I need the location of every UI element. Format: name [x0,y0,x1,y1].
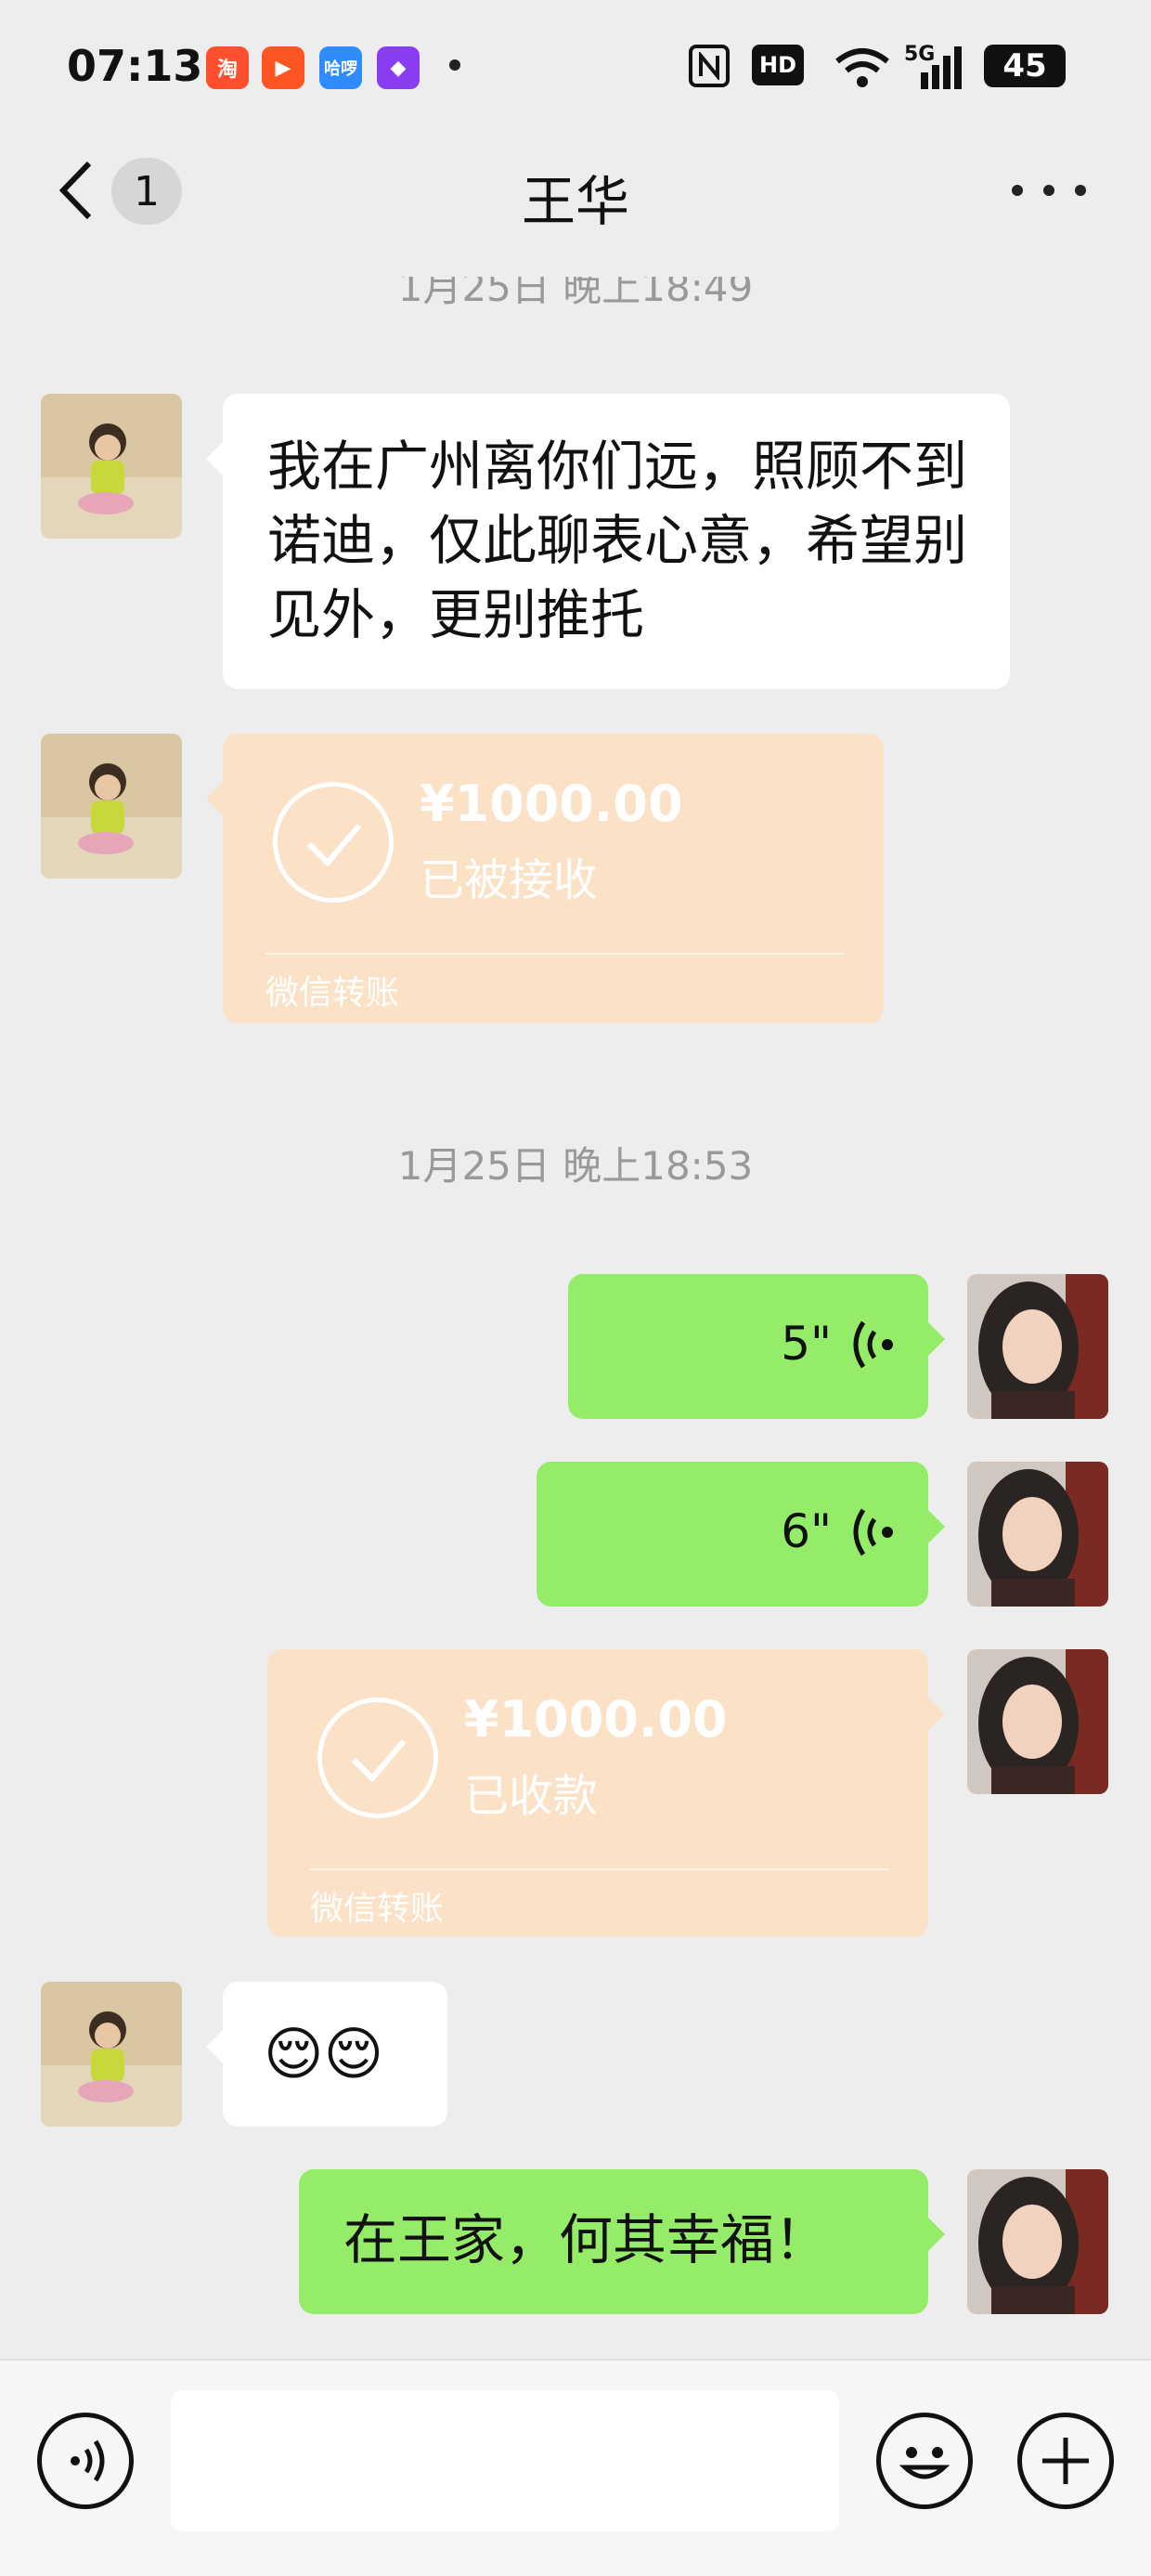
voice-duration: 6" [781,1504,832,1558]
my-avatar[interactable] [967,2169,1108,2314]
more-dot [1012,185,1023,196]
voice-message[interactable]: 6" [537,1462,945,1607]
more-functions-button[interactable] [1017,2413,1114,2509]
taobao-icon: 淘 [206,46,249,89]
voice-icon [71,2439,105,2482]
game-app-icon: ◆ [377,46,420,89]
emoji-message[interactable]: 😌😌 [206,1982,447,2127]
transfer-label: 微信转账 [265,974,400,1012]
divider [310,1868,889,1870]
check-circle-icon [273,782,394,903]
divider [265,953,845,955]
message-text: 我在广州离你们远，照顾不到诺迪，仅此聊表心意，希望别见外，更别推托 [267,435,968,646]
cell-signal-icon: 5G [902,43,965,91]
plus-icon [1042,2438,1089,2484]
message-text: 在王家，何其幸福！ [343,2208,829,2271]
voice-wave-icon [853,1321,893,1369]
haluo-icon: 哈啰 [319,46,362,89]
emoji-text: 😌😌 [264,2020,384,2088]
transfer-card[interactable]: ¥1000.00 已被接收 微信转账 [206,734,884,1023]
more-dot [1043,185,1054,196]
emoji-button[interactable] [876,2413,973,2509]
smiley-icon [899,2447,951,2479]
voice-wave-icon [853,1508,893,1556]
battery-icon: 45 [984,45,1066,87]
video-app-icon: ▶ [262,46,304,89]
message-bubble[interactable]: 在王家，何其幸福！ [299,2169,945,2314]
voice-input-button[interactable] [37,2413,134,2509]
transfer-status: 已被接收 [420,854,599,906]
contact-avatar[interactable] [41,1982,182,2127]
message-bubble[interactable]: 我在广州离你们远，照顾不到诺迪，仅此聊表心意，希望别见外，更别推托 [206,394,1010,689]
transfer-status: 已收款 [464,1770,599,1822]
contact-avatar[interactable] [41,394,182,539]
notification-dot [449,59,460,71]
timestamp: 1月25日 晚上18:53 [397,1143,754,1189]
transfer-card[interactable]: ¥1000.00 已收款 微信转账 [267,1649,945,1937]
hd-icon: HD [752,45,804,85]
nfc-icon [689,45,730,87]
transfer-label: 微信转账 [310,1890,445,1928]
more-options-button[interactable] [1012,181,1086,200]
status-time: 07:13 [67,41,203,91]
voice-duration: 5" [781,1317,832,1371]
status-bar: 07:13 淘 ▶ 哈啰 ◆ HD 5G 45 [0,0,1151,139]
more-dot [1075,185,1086,196]
voice-message[interactable]: 5" [568,1274,945,1419]
signal-label: 5G [904,43,936,66]
chat-title: 王华 [521,170,629,233]
my-avatar[interactable] [967,1274,1108,1419]
check-circle-icon [317,1698,438,1818]
my-avatar[interactable] [967,1649,1108,1794]
transfer-amount: ¥1000.00 [464,1690,728,1749]
transfer-amount: ¥1000.00 [420,774,683,833]
contact-avatar[interactable] [41,734,182,878]
wifi-icon [832,45,893,91]
message-input[interactable] [171,2390,839,2531]
my-avatar[interactable] [967,1462,1108,1607]
